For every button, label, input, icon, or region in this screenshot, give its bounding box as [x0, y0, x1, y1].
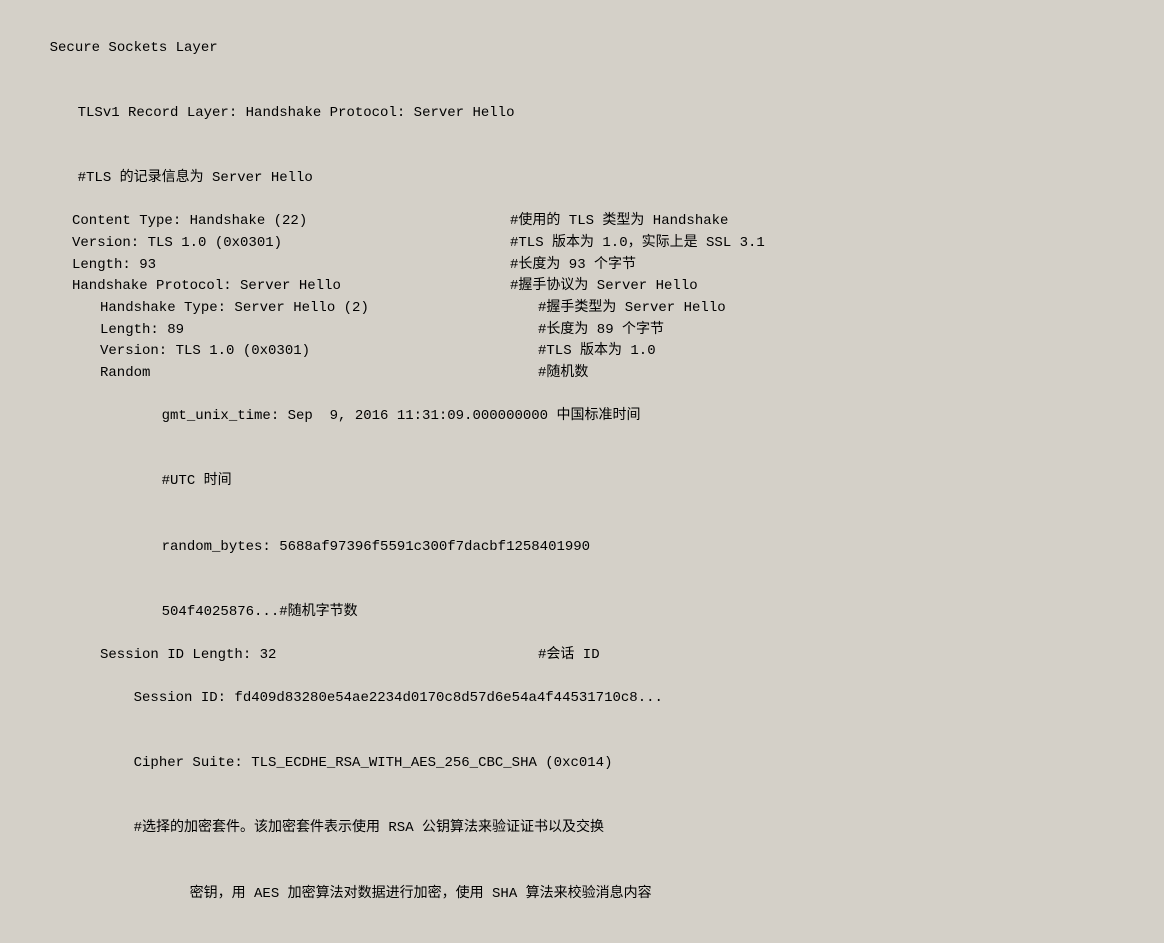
text-cipher-suite: Cipher Suite: TLS_ECDHE_RSA_WITH_AES_256… — [134, 755, 613, 771]
line-session-id: Session ID: fd409d83280e54ae2234d0170c8d… — [16, 667, 1148, 732]
text-inner-length-left: Length: 89 — [100, 320, 530, 342]
text-secure-sockets: Secure Sockets Layer — [50, 40, 218, 56]
line-utc-comment: #UTC 时间 — [16, 450, 1148, 515]
text-tls-comment: #TLS 的记录信息为 Server Hello — [78, 170, 313, 186]
line-random-bytes-1: random_bytes: 5688af97396f5591c300f7dacb… — [16, 515, 1148, 580]
line-inner-version: Version: TLS 1.0 (0x0301) #TLS 版本为 1.0 — [16, 341, 1148, 363]
text-random-left: Random — [100, 363, 530, 385]
text-length-right: #长度为 93 个字节 — [502, 255, 636, 277]
line-session-id-length: Session ID Length: 32 #会话 ID — [16, 645, 1148, 667]
line-tlsv1-record: TLSv1 Record Layer: Handshake Protocol: … — [16, 81, 1148, 146]
line-content-type: Content Type: Handshake (22) #使用的 TLS 类型… — [16, 211, 1148, 233]
line-tls-comment: #TLS 的记录信息为 Server Hello — [16, 146, 1148, 211]
line-gmt-unix-time: gmt_unix_time: Sep 9, 2016 11:31:09.0000… — [16, 385, 1148, 450]
line-inner-length: Length: 89 #长度为 89 个字节 — [16, 320, 1148, 342]
line-length: Length: 93 #长度为 93 个字节 — [16, 255, 1148, 277]
text-inner-version-right: #TLS 版本为 1.0 — [530, 341, 656, 363]
text-length-left: Length: 93 — [72, 255, 502, 277]
line-cipher-suite: Cipher Suite: TLS_ECDHE_RSA_WITH_AES_256… — [16, 732, 1148, 797]
text-random-bytes-2: 504f4025876...#随机字节数 — [162, 604, 358, 620]
text-handshake-protocol-left: Handshake Protocol: Server Hello — [72, 276, 502, 298]
line-random-bytes-2: 504f4025876...#随机字节数 — [16, 580, 1148, 645]
line-cipher-comment-1: #选择的加密套件。该加密套件表示使用 RSA 公钥算法来验证证书以及交换 — [16, 797, 1148, 862]
text-tlsv1-record: TLSv1 Record Layer: Handshake Protocol: … — [78, 105, 515, 121]
text-random-bytes-1: random_bytes: 5688af97396f5591c300f7dacb… — [162, 539, 590, 555]
text-inner-version-left: Version: TLS 1.0 (0x0301) — [100, 341, 530, 363]
text-cipher-comment-1: #选择的加密套件。该加密套件表示使用 RSA 公钥算法来验证证书以及交换 — [134, 820, 604, 836]
text-handshake-type-right: #握手类型为 Server Hello — [530, 298, 726, 320]
main-content: Secure Sockets Layer TLSv1 Record Layer:… — [16, 12, 1148, 931]
text-session-id-length-right: #会话 ID — [530, 645, 600, 667]
text-gmt-unix-time: gmt_unix_time: Sep 9, 2016 11:31:09.0000… — [162, 408, 641, 424]
line-random: Random #随机数 — [16, 363, 1148, 385]
text-session-id: Session ID: fd409d83280e54ae2234d0170c8d… — [134, 690, 663, 706]
line-secure-sockets: Secure Sockets Layer — [16, 16, 1148, 81]
text-cipher-comment-2: 密钥，用 AES 加密算法对数据进行加密，使用 SHA 算法来校验消息内容 — [190, 886, 652, 902]
line-handshake-type: Handshake Type: Server Hello (2) #握手类型为 … — [16, 298, 1148, 320]
text-version-right: #TLS 版本为 1.0，实际上是 SSL 3.1 — [502, 233, 765, 255]
line-version: Version: TLS 1.0 (0x0301) #TLS 版本为 1.0，实… — [16, 233, 1148, 255]
text-handshake-protocol-right: #握手协议为 Server Hello — [502, 276, 698, 298]
text-random-right: #随机数 — [530, 363, 588, 385]
line-cipher-comment-2: 密钥，用 AES 加密算法对数据进行加密，使用 SHA 算法来校验消息内容 — [16, 862, 1148, 927]
text-version-left: Version: TLS 1.0 (0x0301) — [72, 233, 502, 255]
text-content-type-left: Content Type: Handshake (22) — [72, 211, 502, 233]
text-content-type-right: #使用的 TLS 类型为 Handshake — [502, 211, 728, 233]
text-utc-comment: #UTC 时间 — [162, 473, 232, 489]
line-handshake-protocol: Handshake Protocol: Server Hello #握手协议为 … — [16, 276, 1148, 298]
text-session-id-length-left: Session ID Length: 32 — [100, 645, 530, 667]
text-handshake-type-left: Handshake Type: Server Hello (2) — [100, 298, 530, 320]
text-inner-length-right: #长度为 89 个字节 — [530, 320, 664, 342]
